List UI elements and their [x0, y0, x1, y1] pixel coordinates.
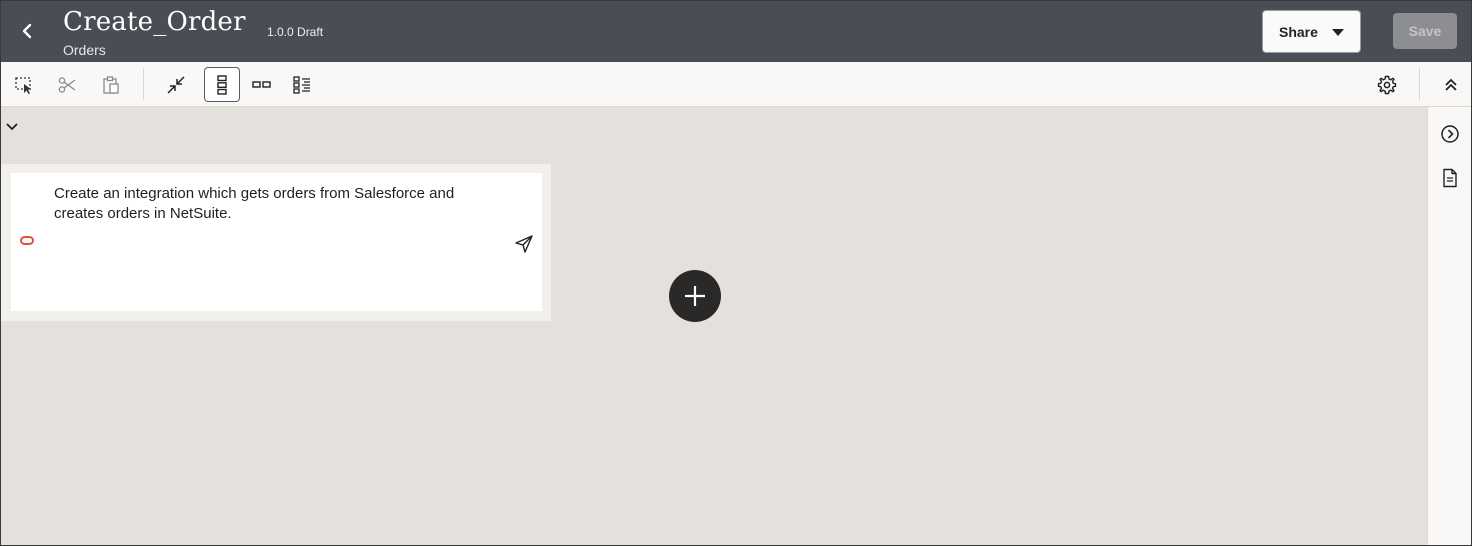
- gear-icon: [1377, 75, 1397, 94]
- plus-icon: [685, 286, 705, 306]
- paste-button[interactable]: [93, 67, 129, 102]
- share-button-label: Share: [1279, 23, 1318, 40]
- version-badge: 1.0.0 Draft: [267, 25, 324, 39]
- cut-button[interactable]: [49, 67, 85, 102]
- caret-down-icon: [1332, 29, 1344, 36]
- chevron-double-up-icon: [1445, 78, 1457, 91]
- save-button[interactable]: Save: [1393, 13, 1457, 49]
- send-icon: [515, 235, 533, 253]
- collapse-icon: [167, 75, 185, 94]
- oracle-logo-icon: [20, 236, 34, 245]
- prompt-input-area[interactable]: Create an integration which gets orders …: [11, 173, 542, 311]
- back-button[interactable]: [15, 19, 39, 43]
- prompt-card: Create an integration which gets orders …: [1, 164, 551, 321]
- page-subtitle: Orders: [63, 42, 106, 58]
- document-button[interactable]: [1438, 166, 1462, 190]
- select-button[interactable]: [6, 67, 42, 102]
- settings-button[interactable]: [1369, 67, 1405, 102]
- collapse-button[interactable]: [158, 67, 194, 102]
- page-title: Create_Order: [63, 7, 246, 37]
- vertical-layout-icon: [217, 74, 227, 95]
- prompt-text[interactable]: Create an integration which gets orders …: [54, 184, 474, 224]
- list-layout-button[interactable]: [284, 67, 320, 102]
- horizontal-layout-icon: [252, 80, 271, 88]
- document-icon: [1443, 168, 1457, 188]
- right-side-panel: [1427, 107, 1471, 545]
- app-header: Create_Order Orders 1.0.0 Draft Share Sa…: [1, 1, 1471, 62]
- share-button[interactable]: Share: [1262, 10, 1361, 53]
- select-icon: [15, 76, 32, 94]
- expand-panel-button[interactable]: [1438, 122, 1462, 146]
- send-button[interactable]: [513, 233, 535, 255]
- collapse-toolbar-button[interactable]: [1433, 67, 1469, 102]
- canvas-collapse-toggle[interactable]: [3, 118, 21, 136]
- horizontal-layout-button[interactable]: [244, 67, 280, 102]
- chevron-right-circle-icon: [1441, 125, 1459, 143]
- add-step-button[interactable]: [669, 270, 721, 322]
- toolbar-divider: [1419, 68, 1420, 100]
- chevron-left-icon: [22, 23, 32, 39]
- toolbar: [1, 62, 1471, 107]
- list-layout-icon: [293, 75, 310, 94]
- vertical-layout-button[interactable]: [204, 67, 240, 102]
- cut-icon: [58, 76, 76, 93]
- chevron-down-icon: [6, 123, 18, 131]
- toolbar-divider: [143, 68, 144, 100]
- paste-icon: [103, 75, 119, 94]
